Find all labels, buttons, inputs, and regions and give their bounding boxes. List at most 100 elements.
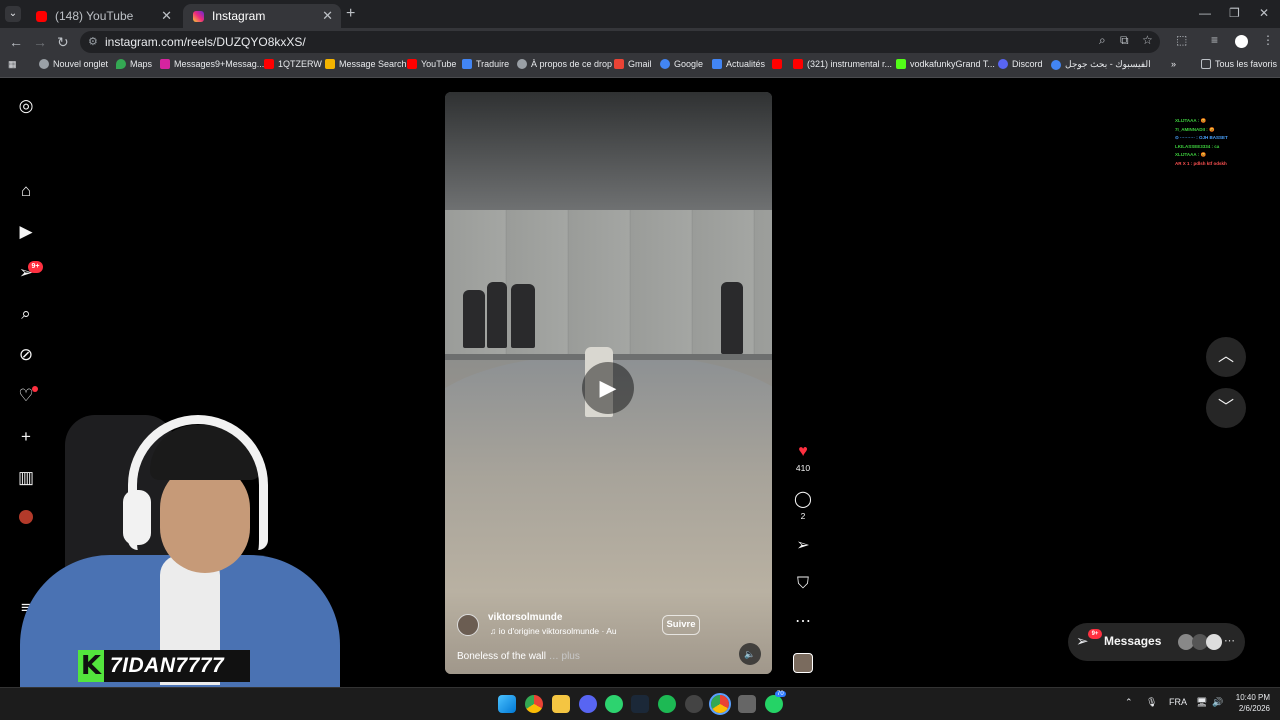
bookmark-item[interactable]: Traduire [462, 59, 509, 69]
new-tab-button[interactable]: + [346, 5, 355, 23]
audio-attribution[interactable]: ♫ io d'origine viktorsolmunde · Au [490, 626, 617, 636]
search-icon[interactable]: ⌕ [17, 305, 35, 323]
bookmark-item[interactable]: Nouvel onglet [39, 59, 108, 69]
apps-grid-icon[interactable]: ▦ [8, 59, 17, 70]
language-indicator[interactable]: FRA [1169, 697, 1187, 707]
close-tab-icon[interactable]: ✕ [322, 8, 333, 24]
reel-caption[interactable]: Boneless of the wall … plus [457, 651, 580, 662]
bookmark-item[interactable]: Gmail [614, 59, 652, 69]
next-reel-button[interactable]: ﹀ [1206, 388, 1246, 428]
chrome-icon[interactable] [525, 695, 543, 713]
forward-button[interactable]: → [33, 34, 47, 50]
heart-filled-icon: ♥ [798, 443, 808, 460]
windows-start-icon[interactable] [498, 695, 516, 713]
whatsapp-icon[interactable] [765, 695, 783, 713]
play-icon[interactable]: ▶ [582, 362, 634, 414]
chrome-active-icon[interactable] [709, 693, 731, 715]
minimize-button[interactable]: — [1199, 6, 1211, 20]
bookmark-item[interactable]: À propos de ce drop [517, 59, 612, 69]
previous-reel-button[interactable]: ︿ [1206, 337, 1246, 377]
new-activity-dot [32, 386, 38, 392]
url-bar[interactable]: ⚙ instagram.com/reels/DUZQYO8kxXS/ [80, 31, 1160, 53]
microphone-icon[interactable]: 🎙 [1146, 697, 1157, 708]
youtube-icon [793, 59, 803, 69]
extensions-icon[interactable]: ⬚ [1176, 33, 1187, 47]
save-button[interactable]: ⛉ [792, 575, 814, 593]
more-options-button[interactable]: ⋯ [792, 613, 814, 631]
back-button[interactable]: ← [9, 34, 23, 50]
profile-avatar[interactable] [1235, 35, 1248, 48]
direct-send-icon: ➢ [1076, 633, 1089, 650]
chevron-right-icon[interactable]: » [1171, 59, 1176, 69]
chat-line: 7I_AMINNADII : 😡 [1175, 126, 1215, 132]
obs-icon[interactable] [685, 695, 703, 713]
bookmark-item[interactable]: vodkafunkyGrand T... [896, 59, 995, 69]
youtube-icon [772, 59, 782, 69]
discord-icon[interactable] [579, 695, 597, 713]
site-info-icon[interactable]: ⚙ [88, 31, 98, 53]
bookmark-star-icon[interactable]: ☆ [1142, 33, 1153, 47]
system-clock[interactable]: 10:40 PM 2/6/2026 [1226, 692, 1270, 714]
tab-instagram[interactable]: Instagram ✕ [183, 4, 341, 28]
kick-icon [896, 59, 906, 69]
reload-button[interactable]: ↻ [57, 34, 69, 51]
follow-button[interactable]: Suivre [662, 615, 700, 635]
volume-icon[interactable]: 🔊 [1212, 697, 1223, 708]
bookmark-item[interactable]: Messages9+Messag... [160, 59, 264, 69]
bookmark-item[interactable]: Maps [116, 59, 152, 69]
install-app-icon[interactable]: ⧉ [1120, 33, 1129, 48]
close-tab-icon[interactable]: ✕ [161, 8, 172, 24]
speaker-icon[interactable]: 🔈 [739, 643, 761, 665]
google-icon [660, 59, 670, 69]
tray-chevron-up-icon[interactable]: ⌃ [1125, 697, 1133, 708]
bookmark-item[interactable]: الفيسبوك - بحث جوجل [1051, 59, 1151, 70]
stream-chat-overlay: XLIJTAAA : 😡 7I_AMINNADII : 😡 ⊙ ········… [1175, 117, 1270, 168]
spotify-icon[interactable] [658, 695, 676, 713]
audio-thumbnail[interactable] [793, 653, 813, 673]
all-bookmarks-folder[interactable]: Tous les favoris [1201, 59, 1277, 69]
whatsapp-badge: 70 [775, 691, 786, 697]
owner-username[interactable]: viktorsolmunde [488, 612, 562, 623]
home-icon[interactable]: ⌂ [17, 182, 35, 200]
tab-youtube[interactable]: (148) YouTube ✕ [26, 4, 180, 28]
messages-button[interactable]: ➢ 9+ Messages ⋯ [1068, 623, 1245, 661]
browser-tab-strip: ⌄ (148) YouTube ✕ Instagram ✕ + — ❐ ✕ [0, 0, 1280, 28]
webcam-headphone-cup [123, 490, 151, 545]
explore-compass-icon[interactable]: ⊘ [17, 346, 35, 364]
reels-icon[interactable]: ▶ [17, 223, 35, 241]
tab-search-button[interactable]: ⌄ [5, 6, 21, 22]
windows-taskbar: 70 ⌃ 🎙 FRA 🖥 🔊 10:40 PM 2/6/2026 [0, 687, 1280, 720]
video-spectator [487, 282, 507, 348]
bookmark-item[interactable]: Discord [998, 59, 1043, 69]
bookmark-item[interactable]: Actualités [712, 59, 765, 69]
file-explorer-icon[interactable] [552, 695, 570, 713]
steam-icon[interactable] [631, 695, 649, 713]
bookmark-item[interactable]: 1QTZERW [264, 59, 322, 69]
share-button[interactable]: ➢ [792, 537, 814, 555]
bookmark-item[interactable]: Google [660, 59, 703, 69]
bookmark-item[interactable]: Message Search [325, 59, 407, 69]
bookmark-item[interactable] [772, 59, 786, 69]
clock-time: 10:40 PM [1235, 693, 1270, 702]
reel-owner-row: viktorsolmunde ♫ io d'origine viktorsolm… [457, 612, 757, 642]
comment-button[interactable]: ◯ 2 [792, 491, 814, 521]
settings-icon[interactable] [738, 695, 756, 713]
chat-line: AR X 1 : pdlsh ktf odskh [1175, 160, 1227, 166]
globe-icon [517, 59, 527, 69]
bookmark-item[interactable]: YouTube [407, 59, 456, 69]
bookmarks-bar: ▦ Nouvel onglet Maps Messages9+Messag...… [0, 56, 1280, 78]
caption-more-link[interactable]: … plus [549, 651, 580, 662]
reel-video[interactable]: ▶ viktorsolmunde ♫ io d'origine viktorso… [445, 92, 772, 674]
network-icon[interactable]: 🖥 [1196, 697, 1207, 708]
phone-link-icon[interactable] [605, 695, 623, 713]
zoom-icon[interactable]: ⌕ [1099, 33, 1106, 48]
restore-button[interactable]: ❐ [1229, 6, 1240, 20]
media-controls-icon[interactable]: ≡ [1211, 33, 1218, 47]
like-button[interactable]: ♥ 410 [792, 443, 814, 473]
chat-line: XLIJTAAA : 😡 [1175, 152, 1207, 157]
bookmark-item[interactable]: (321) instrumental r... [793, 59, 892, 69]
instagram-logo-icon[interactable]: ◎ [17, 97, 35, 115]
owner-avatar[interactable] [457, 614, 479, 636]
close-window-button[interactable]: ✕ [1259, 6, 1269, 20]
more-menu-icon[interactable]: ⋮ [1262, 33, 1274, 47]
